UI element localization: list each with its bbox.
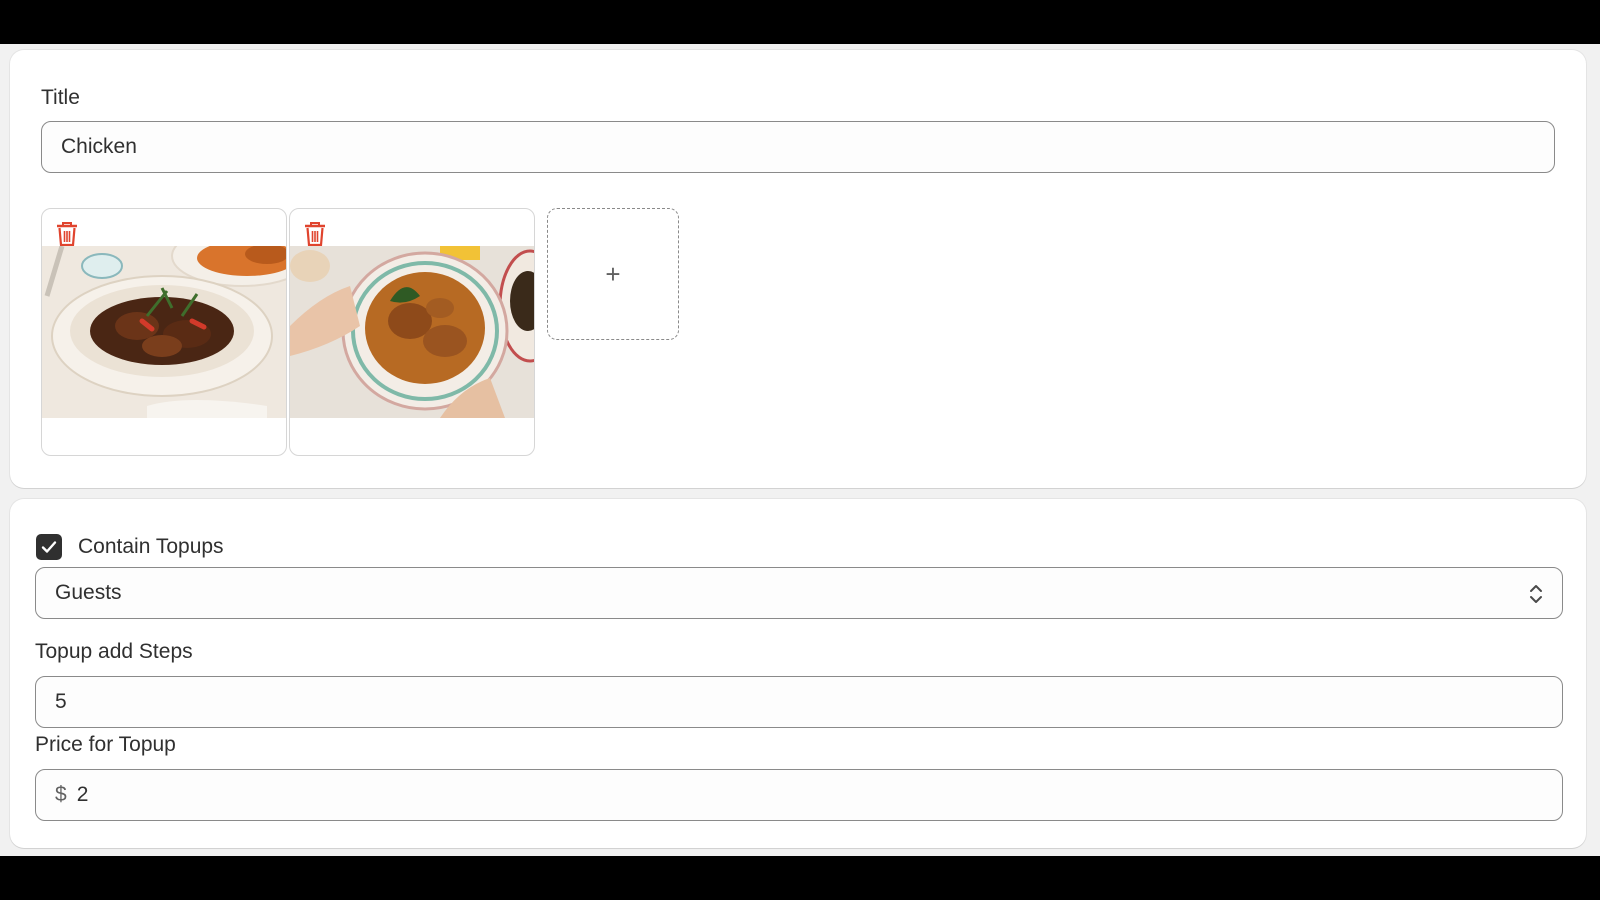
chevron-up-down-icon [1530,585,1542,603]
media-thumbnail-1[interactable] [41,208,287,456]
topup-steps-label: Topup add Steps [35,640,193,663]
product-card: Title Chicken + [10,50,1586,488]
title-input[interactable]: Chicken [41,121,1555,173]
topups-card: Contain Topups Guests Topup add Steps 5 … [10,499,1586,848]
bottom-letterbox [0,856,1600,900]
checkmark-icon [41,541,57,553]
topup-price-label: Price for Topup [35,733,176,756]
trash-icon[interactable] [304,221,326,247]
topup-price-input[interactable]: $ 2 [35,769,1563,821]
currency-prefix: $ [55,783,67,806]
food-photo-1 [42,246,286,418]
topup-price-input-value: 2 [76,783,89,806]
title-label: Title [41,86,80,109]
trash-icon[interactable] [56,221,78,247]
contain-topups-checkbox[interactable] [36,534,62,560]
contain-topups-label[interactable]: Contain Topups [78,535,224,559]
plus-icon: + [605,258,621,289]
topup-steps-input[interactable]: 5 [35,676,1563,728]
topup-type-select-value: Guests [55,581,122,604]
topup-steps-input-value: 5 [55,690,67,713]
media-thumbnail-2[interactable] [289,208,535,456]
topup-type-select[interactable]: Guests [35,567,1563,619]
title-input-value: Chicken [61,135,137,158]
top-letterbox [0,0,1600,44]
add-media-button[interactable]: + [547,208,679,340]
food-photo-2 [290,246,534,418]
